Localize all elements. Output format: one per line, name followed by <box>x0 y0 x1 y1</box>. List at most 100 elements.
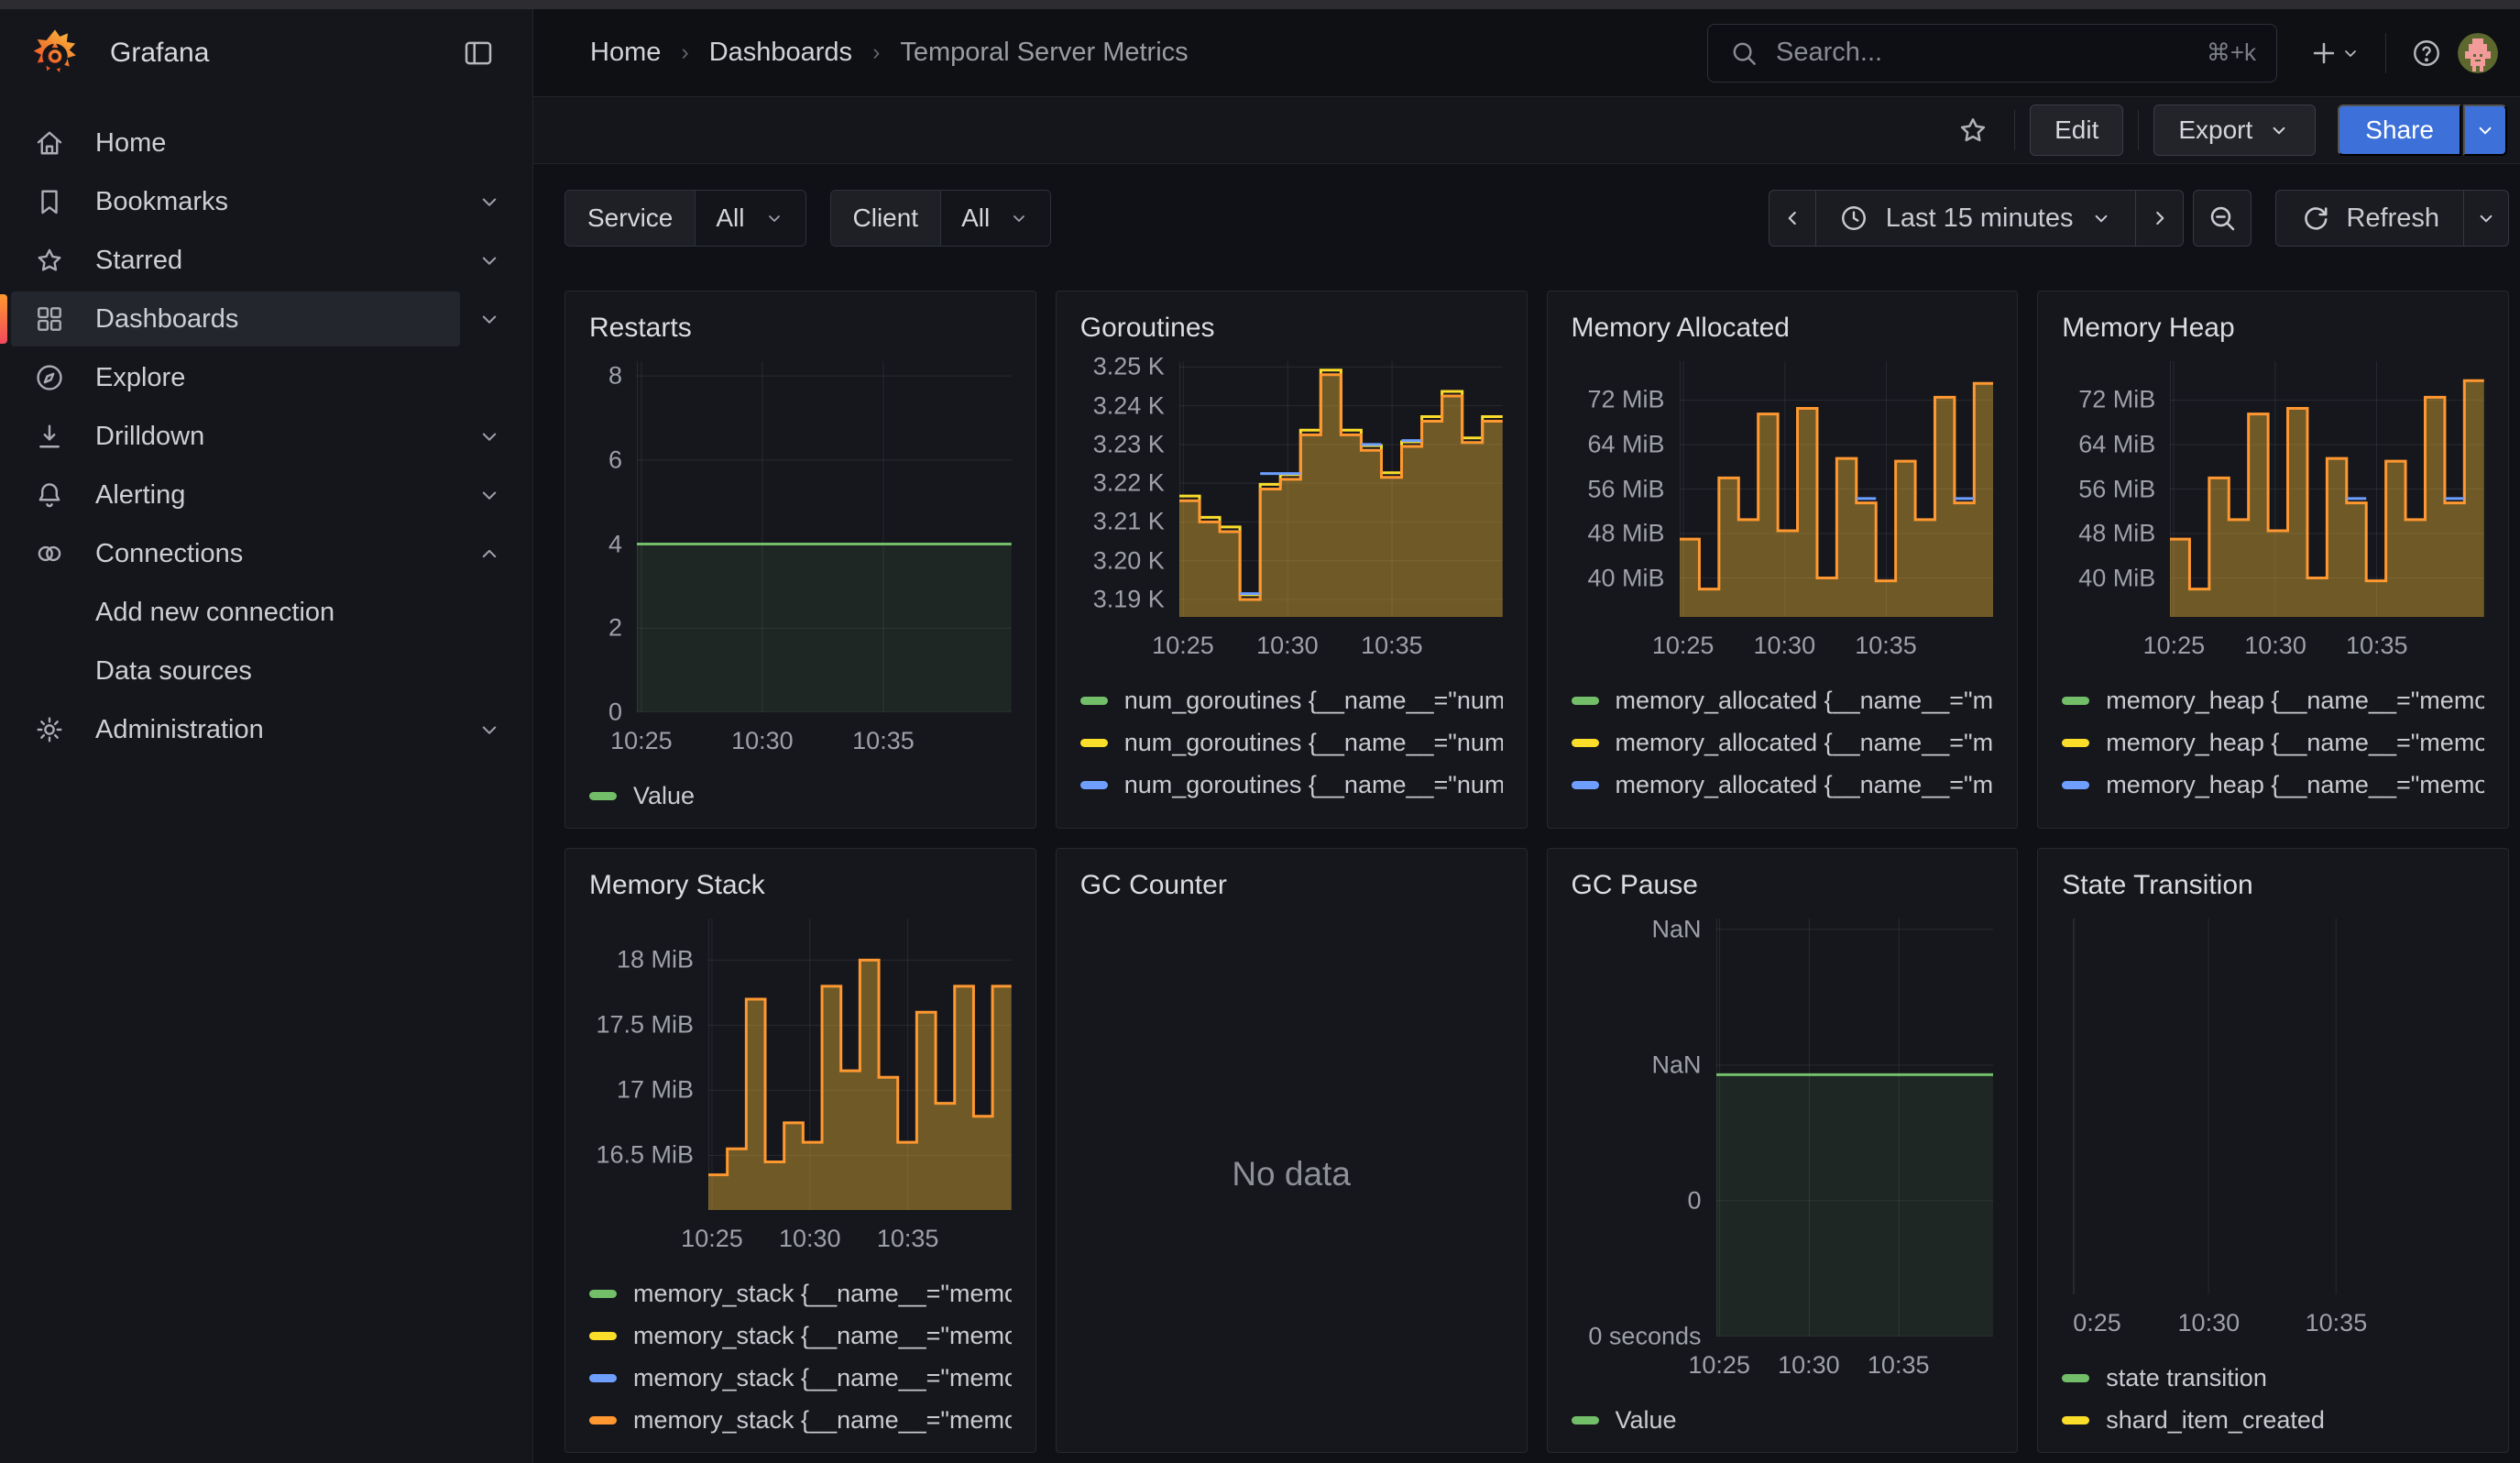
chevron-down-icon <box>2473 118 2497 142</box>
sidebar-item-bookmarks[interactable]: Bookmarks <box>0 172 532 231</box>
x-axis-tick: 10:30 <box>1256 632 1319 660</box>
y-axis-tick: 4 <box>608 530 622 558</box>
legend-item[interactable]: memory_stack {__name__="memory_s <box>589 1272 1012 1314</box>
search-input[interactable]: Search... ⌘+k <box>1707 24 2277 82</box>
template-variables: ServiceAllClientAll <box>564 190 1051 247</box>
panel-title[interactable]: Restarts <box>589 312 1012 345</box>
favorite-dashboard-button[interactable] <box>1946 104 2000 156</box>
user-avatar[interactable] <box>2458 33 2498 73</box>
panel-title[interactable]: Goroutines <box>1080 312 1503 345</box>
legend-item[interactable]: memory_allocated {__name__="memc <box>1572 806 1994 817</box>
panel-title[interactable]: Memory Heap <box>2062 312 2484 345</box>
legend-swatch <box>2062 781 2089 789</box>
chevron-down-icon <box>2339 42 2361 64</box>
sidebar-item-starred[interactable]: Starred <box>0 231 532 290</box>
plot-area[interactable] <box>708 918 1012 1210</box>
variable-value-dropdown[interactable]: All <box>941 191 1050 246</box>
legend-item[interactable]: num_goroutines {__name__="num_go <box>1080 721 1503 764</box>
legend-item[interactable]: memory_allocated {__name__="memc <box>1572 679 1994 721</box>
plot-area[interactable] <box>1716 918 1994 1336</box>
legend-item[interactable]: memory_stack {__name__="memory_s <box>589 1357 1012 1399</box>
legend-item[interactable]: memory_heap {__name__="memory_h <box>2062 679 2484 721</box>
legend-item[interactable]: memory_allocated {__name__="memc <box>1572 764 1994 806</box>
legend-label: memory_stack {__name__="memory_s <box>633 1322 1012 1350</box>
legend-label: num_goroutines {__name__="num_go <box>1124 729 1503 757</box>
legend-item[interactable]: memory_heap {__name__="memory_h <box>2062 721 2484 764</box>
plot-area[interactable] <box>1179 361 1503 617</box>
sidebar-item-dashboards[interactable]: Dashboards <box>0 290 532 348</box>
legend-item[interactable]: num_goroutines {__name__="num_go <box>1080 806 1503 817</box>
chevron-down-icon <box>476 188 503 215</box>
export-button[interactable]: Export <box>2153 104 2316 156</box>
dashboard-canvas: ServiceAllClientAll Last 15 minutes <box>533 164 2520 1463</box>
legend-item[interactable]: num_goroutines {__name__="num_go <box>1080 764 1503 806</box>
breadcrumb-dashboards[interactable]: Dashboards <box>709 38 852 68</box>
sidebar-item-alerting[interactable]: Alerting <box>0 466 532 524</box>
y-axis-tick: 72 MiB <box>1587 386 1664 414</box>
legend-item[interactable]: num_goroutines {__name__="num_go <box>1080 679 1503 721</box>
legend-item[interactable]: memory_stack {__name__="memory_s <box>589 1399 1012 1441</box>
drilldown-icon <box>33 420 66 453</box>
x-axis-tick: 0:25 <box>2073 1309 2121 1337</box>
sidebar-item-administration[interactable]: Administration <box>0 700 532 759</box>
y-axis-tick: 3.25 K <box>1093 353 1165 381</box>
panel-title[interactable]: Memory Allocated <box>1572 312 1994 345</box>
legend-item[interactable]: memory_heap {__name__="memory_h <box>2062 806 2484 817</box>
refresh-button[interactable]: Refresh <box>2275 190 2464 247</box>
add-new-button[interactable] <box>2299 28 2371 79</box>
legend-swatch <box>1572 697 1599 705</box>
time-range-picker[interactable]: Last 15 minutes <box>1816 190 2137 247</box>
chevron-down-icon <box>1008 207 1030 229</box>
panel-title[interactable]: GC Pause <box>1572 869 1994 902</box>
sidebar-item-connections[interactable]: Connections <box>0 524 532 583</box>
link-icon <box>33 537 66 570</box>
zoom-out-button[interactable] <box>2193 190 2252 247</box>
legend-swatch <box>589 1332 617 1340</box>
sidebar-item-data-sources[interactable]: Data sources <box>0 642 532 700</box>
share-options-button[interactable] <box>2463 104 2507 156</box>
edit-button[interactable]: Edit <box>2030 104 2123 156</box>
legend-item[interactable]: memory_allocated {__name__="memc <box>1572 721 1994 764</box>
legend-item[interactable]: state transition <box>2062 1357 2484 1399</box>
x-axis-tick: 10:35 <box>2306 1309 2368 1337</box>
panel-chart: 0246810:2510:3010:35 <box>589 350 1012 762</box>
panel-title[interactable]: Memory Stack <box>589 869 1012 902</box>
time-forward-button[interactable] <box>2136 190 2184 247</box>
plot-area[interactable] <box>1680 361 1994 617</box>
sidebar-nav: Home Bookmarks StarredDashboardsExploreDri… <box>0 97 532 1463</box>
legend-swatch <box>1572 781 1599 789</box>
sidebar-item-explore[interactable]: Explore <box>0 348 532 407</box>
y-axis-tick: 17 MiB <box>617 1076 694 1105</box>
legend-item[interactable]: memory_heap {__name__="memory_h <box>2062 764 2484 806</box>
sidebar-item-add-new-connection[interactable]: Add new connection <box>0 583 532 642</box>
plot-area[interactable] <box>2170 361 2484 617</box>
help-button[interactable] <box>2401 28 2452 79</box>
legend-swatch <box>1080 781 1108 789</box>
breadcrumb-home[interactable]: Home <box>590 38 661 68</box>
panel-title[interactable]: GC Counter <box>1080 869 1503 902</box>
legend-label: num_goroutines {__name__="num_go <box>1124 813 1503 818</box>
panel-legend: memory_stack {__name__="memory_smemory_s… <box>589 1272 1012 1441</box>
panel-legend: memory_allocated {__name__="memcmemory_a… <box>1572 679 1994 817</box>
time-back-button[interactable] <box>1769 190 1816 247</box>
sidebar-item-label: Bookmarks <box>95 187 476 217</box>
plot-area[interactable] <box>2073 918 2484 1294</box>
legend-item[interactable]: Value <box>1572 1399 1994 1441</box>
share-button[interactable]: Share <box>2338 104 2461 156</box>
sidebar-toggle-button[interactable] <box>452 28 505 79</box>
legend-item[interactable]: Value <box>589 775 1012 817</box>
y-axis-tick: 40 MiB <box>2078 564 2155 592</box>
sidebar-item-home[interactable]: Home <box>0 114 532 172</box>
panel-restarts: Restarts 0246810:2510:3010:35 Value <box>564 291 1036 829</box>
y-axis-tick: 8 <box>608 362 622 390</box>
chevron-down-icon <box>476 423 503 450</box>
legend-item[interactable]: shard_item_created <box>2062 1399 2484 1441</box>
legend-item[interactable]: memory_stack {__name__="memory_s <box>589 1314 1012 1357</box>
variable-value-dropdown[interactable]: All <box>696 191 805 246</box>
x-axis-tick: 10:35 <box>1361 632 1423 660</box>
panel-title[interactable]: State Transition <box>2062 869 2484 902</box>
x-axis-labels: 10:2510:3010:35 <box>1179 624 1503 666</box>
sidebar-item-drilldown[interactable]: Drilldown <box>0 407 532 466</box>
refresh-interval-button[interactable] <box>2463 190 2509 247</box>
plot-area[interactable] <box>637 361 1012 712</box>
